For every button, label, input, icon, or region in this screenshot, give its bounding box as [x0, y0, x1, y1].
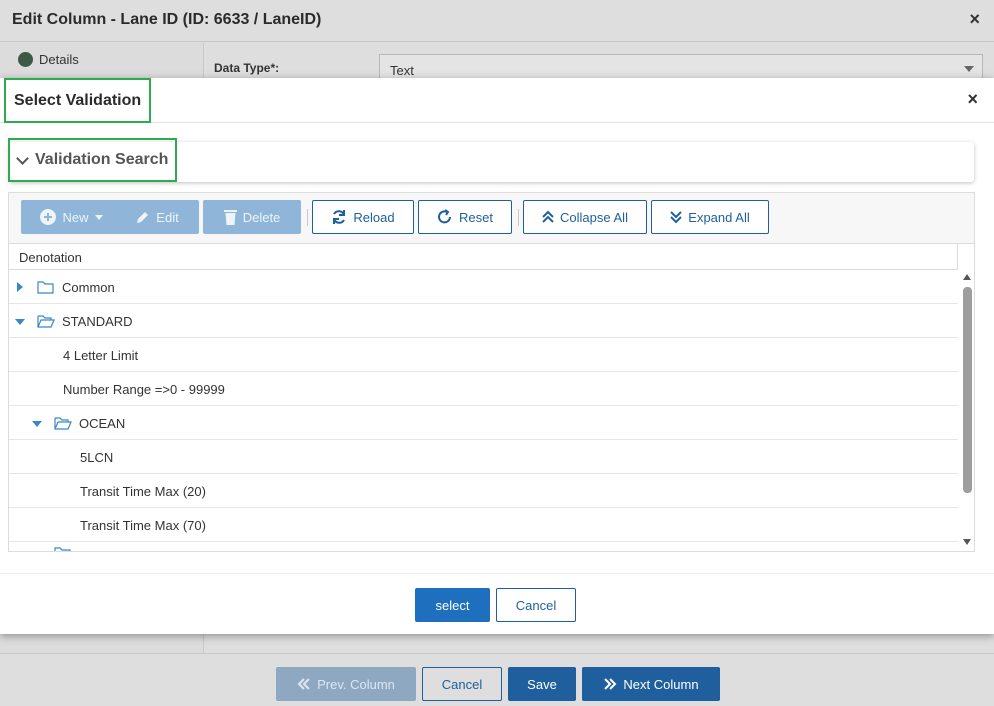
scroll-down-icon[interactable]: [963, 539, 971, 545]
validation-tree-grid: New Edit Delete Reload Reset Collapse Al…: [8, 192, 975, 552]
expand-all-button[interactable]: Expand All: [651, 200, 769, 234]
modal-title: Select Validation: [4, 78, 152, 123]
modal-close-icon[interactable]: ×: [967, 89, 978, 110]
dialog-title: Edit Column - Lane ID (ID: 6633 / LaneID…: [12, 11, 322, 28]
validation-search-title: Validation Search: [35, 151, 169, 168]
data-type-label: Data Type*:: [214, 61, 280, 75]
double-chevron-up-icon: [542, 210, 554, 223]
dialog-close-icon[interactable]: ×: [969, 9, 980, 30]
toolbar-divider: [518, 209, 519, 226]
tree-row-4-letter-limit[interactable]: 4 Letter Limit: [9, 338, 958, 372]
expand-all-label: Expand All: [688, 209, 750, 225]
tree-row-standard[interactable]: STANDARD: [9, 304, 958, 338]
tree-row-partial: [9, 542, 958, 551]
collapse-all-button[interactable]: Collapse All: [523, 200, 647, 234]
select-validation-modal: Select Validation × Validation Search Ne…: [0, 78, 994, 634]
tree-row-ocean[interactable]: OCEAN: [9, 406, 958, 440]
save-label: Save: [527, 676, 557, 692]
select-button[interactable]: select: [415, 588, 490, 622]
tree-row-transit-time-70[interactable]: Transit Time Max (70): [9, 508, 958, 542]
tree-row-label: Transit Time Max (70): [80, 518, 206, 533]
collapse-arrow-icon[interactable]: [32, 421, 42, 427]
sidebar-item-label: Details: [39, 52, 79, 67]
tree-row-label: Transit Time Max (20): [80, 484, 206, 499]
status-dot-icon: [18, 52, 33, 67]
modal-cancel-label: Cancel: [515, 597, 557, 613]
reset-icon: [438, 209, 452, 224]
tree-row-label: 4 Letter Limit: [63, 348, 139, 363]
tree-row-transit-time-20[interactable]: Transit Time Max (20): [9, 474, 958, 508]
delete-label: Delete: [242, 209, 281, 225]
edit-button[interactable]: Edit: [115, 200, 199, 234]
modal-header: Select Validation ×: [0, 78, 994, 123]
reload-button[interactable]: Reload: [312, 200, 414, 234]
prev-column-button[interactable]: Prev. Column: [276, 667, 416, 701]
trash-icon: [223, 210, 237, 225]
double-chevron-right-icon: [604, 678, 617, 690]
validation-search-panel: Validation Search: [8, 138, 974, 182]
edit-label: Edit: [156, 209, 179, 225]
reload-icon: [333, 210, 346, 224]
column-header-filler: [958, 243, 974, 270]
dialog-cancel-label: Cancel: [441, 676, 483, 692]
reset-label: Reset: [459, 209, 493, 225]
modal-footer: select Cancel: [0, 573, 994, 634]
dialog-titlebar: Edit Column - Lane ID (ID: 6633 / LaneID…: [0, 0, 994, 42]
reset-button[interactable]: Reset: [418, 200, 512, 234]
column-header-denotation[interactable]: Denotation: [9, 243, 958, 270]
folder-open-icon: [37, 315, 55, 328]
plus-circle-icon: [40, 209, 57, 225]
folder-icon: [54, 547, 71, 551]
validation-search-toggle[interactable]: Validation Search: [8, 138, 178, 182]
tree-row-number-range[interactable]: Number Range =>0 - 99999: [9, 372, 958, 406]
save-button[interactable]: Save: [508, 667, 576, 701]
dialog-cancel-button[interactable]: Cancel: [422, 667, 502, 701]
scroll-up-icon[interactable]: [963, 274, 971, 280]
double-chevron-down-icon: [670, 211, 682, 224]
collapse-all-label: Collapse All: [560, 209, 628, 225]
sidebar-item-details[interactable]: Details: [18, 52, 79, 67]
modal-cancel-button[interactable]: Cancel: [496, 588, 576, 622]
vertical-scrollbar[interactable]: [960, 270, 974, 551]
tree-row-label: Common: [62, 280, 115, 295]
grid-toolbar: New Edit Delete Reload Reset Collapse Al…: [9, 193, 974, 243]
reload-label: Reload: [353, 209, 395, 225]
scrollbar-thumb[interactable]: [963, 287, 972, 493]
tree-row-label: OCEAN: [79, 416, 126, 431]
column-header-label: Denotation: [19, 250, 82, 265]
pencil-icon: [137, 211, 149, 223]
toolbar-divider: [307, 209, 308, 226]
new-label: New: [62, 209, 89, 225]
delete-button[interactable]: Delete: [203, 200, 301, 234]
folder-open-icon: [54, 417, 72, 430]
select-label: select: [435, 597, 470, 613]
new-button[interactable]: New: [21, 200, 122, 234]
tree-row-label: Number Range =>0 - 99999: [63, 382, 225, 397]
tree-row-label: 5LCN: [80, 450, 114, 465]
next-column-button[interactable]: Next Column: [582, 667, 720, 701]
tree-row-label: STANDARD: [62, 314, 133, 329]
chevron-down-icon: [964, 66, 974, 72]
next-column-label: Next Column: [623, 676, 699, 692]
prev-column-label: Prev. Column: [317, 676, 395, 692]
collapse-arrow-icon[interactable]: [15, 319, 25, 325]
data-type-value: Text: [390, 63, 414, 78]
double-chevron-left-icon: [297, 678, 310, 690]
folder-icon: [37, 281, 54, 294]
tree-row-common[interactable]: Common: [9, 270, 958, 304]
caret-down-icon: [94, 214, 103, 220]
expand-arrow-icon[interactable]: [17, 282, 23, 292]
chevron-down-icon: [16, 151, 29, 165]
tree-rows: Common STANDARD 4 Letter Limit Number Ra…: [9, 270, 958, 551]
tree-row-5lcn[interactable]: 5LCN: [9, 440, 958, 474]
